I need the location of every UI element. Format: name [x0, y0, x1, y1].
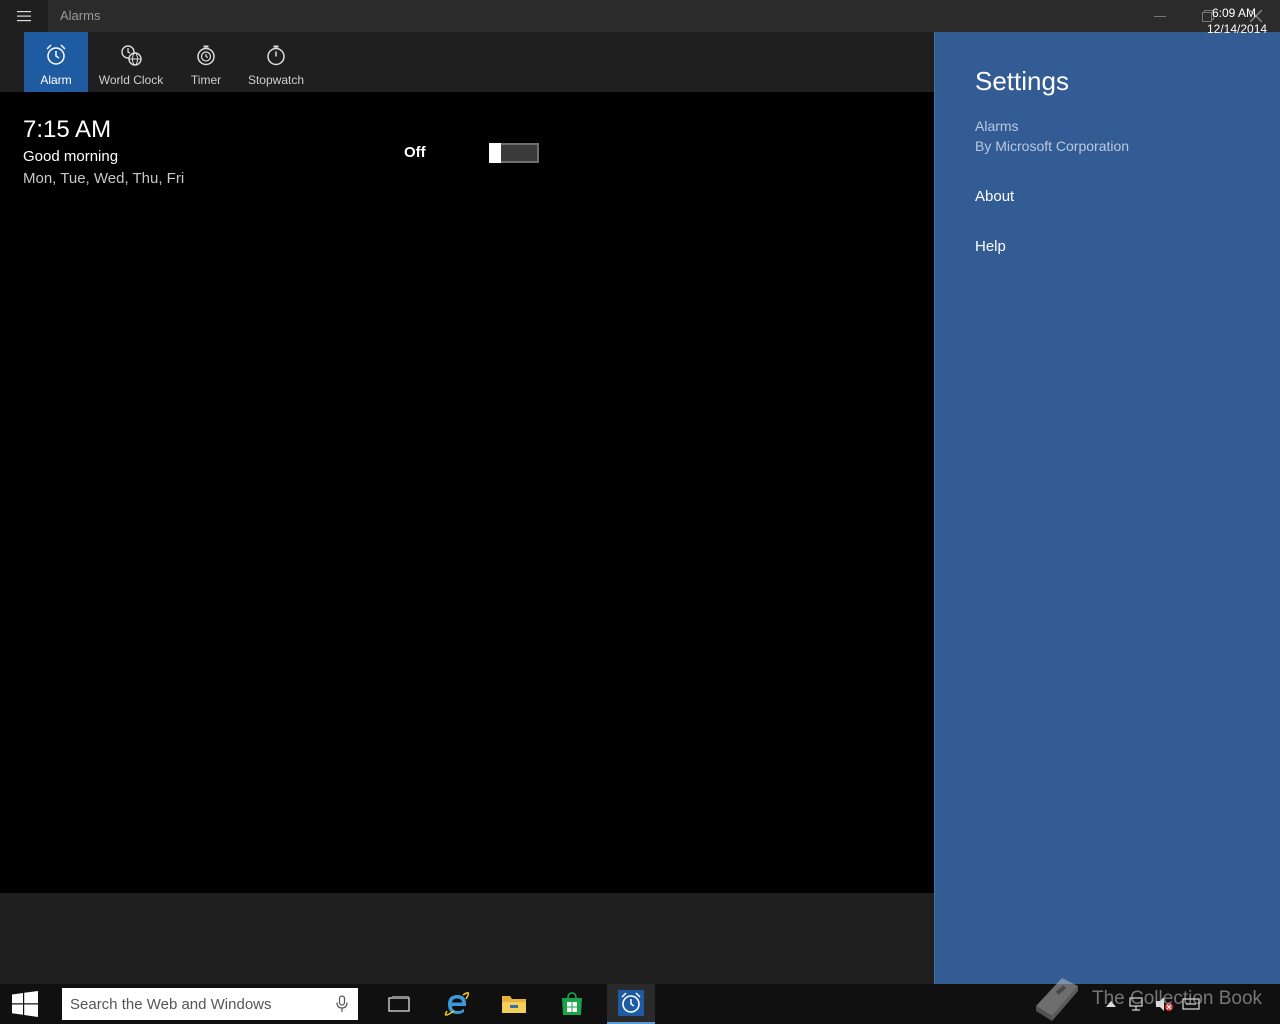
hamburger-icon	[17, 11, 31, 22]
start-button[interactable]	[0, 984, 50, 1024]
file-explorer-icon	[502, 996, 526, 1013]
tab-world-clock[interactable]: World Clock	[92, 32, 170, 92]
alarm-days: Mon, Tue, Wed, Thu, Fri	[23, 170, 185, 187]
alarm-toggle-switch[interactable]	[489, 143, 539, 163]
store-button[interactable]	[548, 984, 596, 1024]
alarm-name: Good morning	[23, 148, 119, 165]
tab-alarm[interactable]: Alarm	[24, 32, 88, 92]
stopwatch-icon	[267, 45, 285, 66]
window-title: Alarms	[60, 8, 101, 23]
store-icon	[562, 992, 582, 1015]
task-view-button[interactable]	[375, 984, 423, 1024]
tab-alarm-label: Alarm	[40, 73, 72, 87]
timer-icon	[197, 45, 215, 66]
settings-app-name: Alarms	[975, 118, 1019, 134]
alarms-app-button[interactable]	[607, 984, 655, 1024]
settings-pane: Settings Alarms By Microsoft Corporation…	[934, 32, 1280, 984]
tab-stopwatch-label: Stopwatch	[247, 73, 305, 87]
microphone-icon[interactable]	[336, 995, 348, 1013]
alarm-time: 7:15 AM	[23, 116, 112, 143]
settings-publisher: By Microsoft Corporation	[975, 138, 1130, 154]
settings-help-link[interactable]: Help	[975, 238, 1006, 255]
minimize-icon	[1154, 16, 1166, 17]
tab-timer[interactable]: Timer	[180, 32, 232, 92]
settings-about-link[interactable]: About	[975, 188, 1014, 205]
internet-explorer-button[interactable]	[433, 984, 481, 1024]
internet-explorer-icon	[444, 991, 470, 1016]
task-view-icon	[388, 996, 410, 1012]
taskbar-clock-date[interactable]: 12/14/2014	[1207, 22, 1267, 36]
tab-world-clock-label: World Clock	[98, 73, 164, 87]
tab-bar: Alarm World Clock Timer Stopwatch	[0, 32, 934, 92]
tab-stopwatch[interactable]: Stopwatch	[242, 32, 310, 92]
title-bar: Alarms	[0, 0, 1280, 32]
file-explorer-button[interactable]	[490, 984, 538, 1024]
toggle-knob	[489, 143, 501, 163]
alarms-app-icon	[618, 990, 644, 1016]
minimize-button[interactable]	[1137, 0, 1183, 32]
settings-title: Settings	[975, 66, 1069, 96]
taskbar-search-box[interactable]: Search the Web and Windows	[62, 988, 358, 1020]
watermark-text: The Collection Book	[1092, 988, 1263, 1009]
hamburger-menu-button[interactable]	[0, 0, 48, 32]
book-icon	[1036, 978, 1078, 1021]
search-placeholder: Search the Web and Windows	[70, 995, 272, 1013]
alarm-toggle-state: Off	[404, 144, 426, 161]
windows-logo-icon	[12, 991, 38, 1017]
watermark: The Collection Book	[1030, 976, 1262, 1022]
alarm-clock-icon	[46, 44, 66, 65]
tab-timer-label: Timer	[190, 73, 222, 87]
alarm-list: 7:15 AM Good morning Mon, Tue, Wed, Thu,…	[0, 92, 934, 893]
bottom-app-bar	[0, 893, 934, 984]
world-clock-icon	[121, 45, 142, 66]
taskbar-clock-time[interactable]: 6:09 AM	[1212, 6, 1256, 20]
